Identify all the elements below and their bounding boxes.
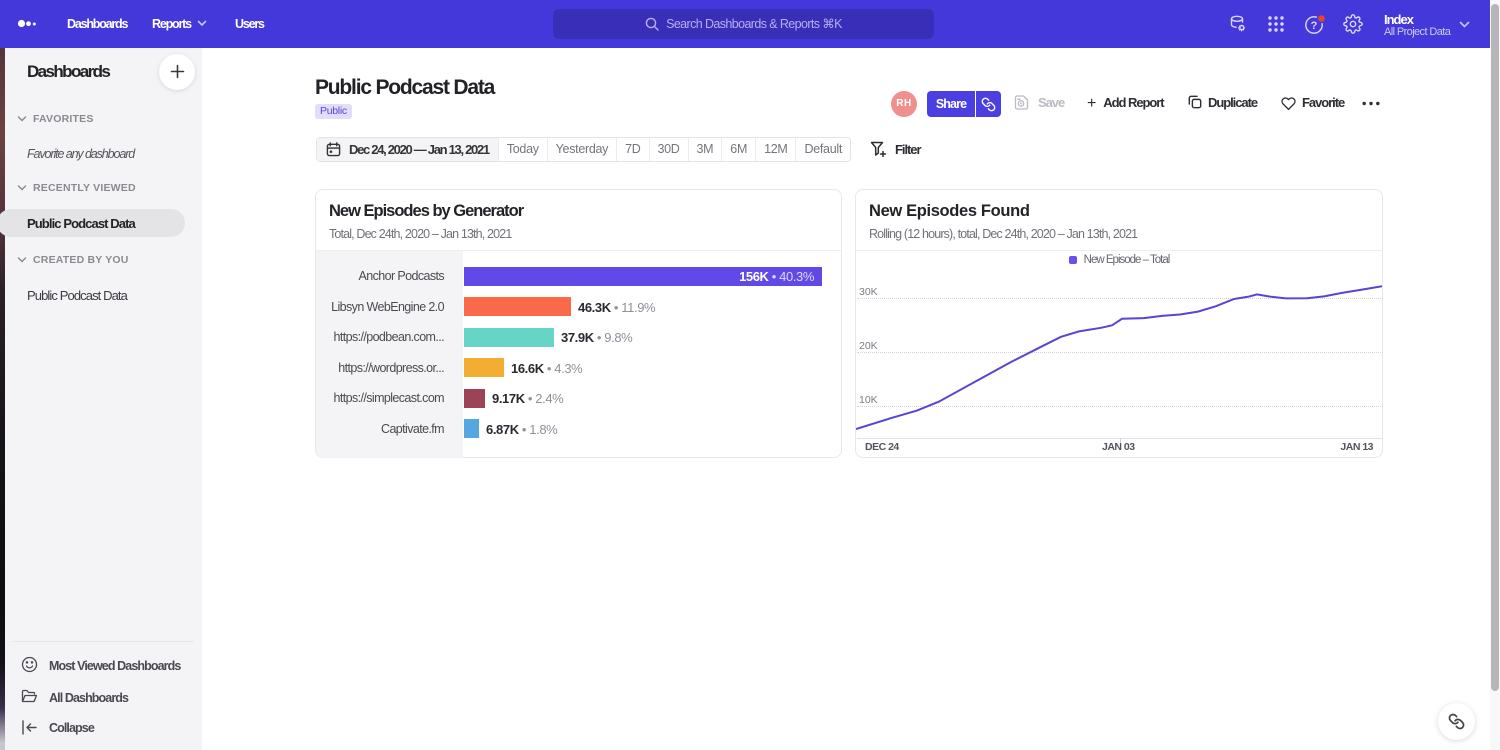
svg-text:?: ? (1311, 20, 1318, 32)
